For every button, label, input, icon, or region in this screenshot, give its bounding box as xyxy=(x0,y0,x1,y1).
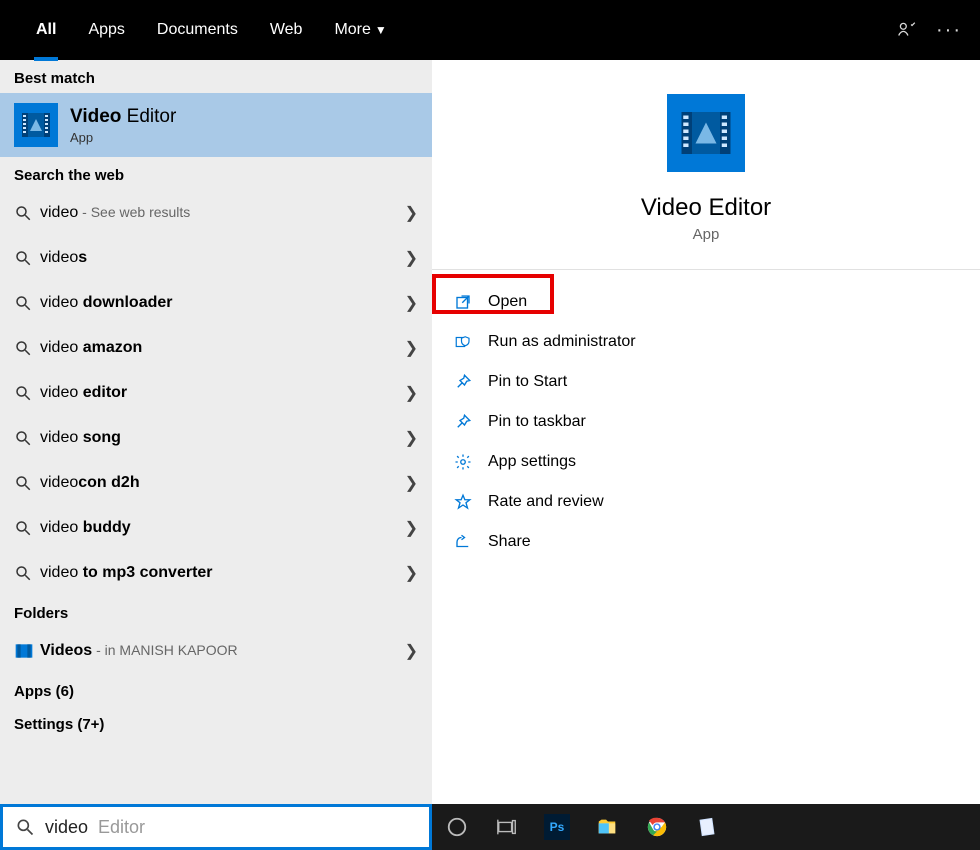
chrome-taskbar-icon[interactable] xyxy=(632,804,682,850)
web-result[interactable]: videocon d2h❯ xyxy=(0,460,432,505)
best-match-heading: Best match xyxy=(0,60,432,93)
best-match-result[interactable]: Video Editor App xyxy=(0,93,432,157)
search-input[interactable]: video Editor xyxy=(0,804,432,850)
tab-web[interactable]: Web xyxy=(254,0,319,60)
web-result-label: video to mp3 converter xyxy=(40,564,405,582)
web-result[interactable]: video - See web results❯ xyxy=(0,190,432,235)
apps-heading[interactable]: Apps (6) xyxy=(0,673,432,706)
chevron-right-icon: ❯ xyxy=(405,203,418,223)
search-icon xyxy=(14,384,40,402)
web-result[interactable]: video buddy❯ xyxy=(0,505,432,550)
results-panel: Best match Video Editor App Search the w… xyxy=(0,60,432,804)
action-rate-and-review[interactable]: Rate and review xyxy=(446,482,980,522)
search-icon xyxy=(14,474,40,492)
preview-title: Video Editor xyxy=(432,194,980,222)
web-result-label: video - See web results xyxy=(40,204,405,222)
chevron-down-icon: ▼ xyxy=(375,23,387,37)
search-filter-bar: All Apps Documents Web More▼ ··· xyxy=(0,0,980,60)
chevron-right-icon: ❯ xyxy=(405,563,418,583)
chevron-right-icon: ❯ xyxy=(405,293,418,313)
folder-icon xyxy=(14,641,40,661)
action-label: Pin to Start xyxy=(488,373,567,391)
web-result-label: videos xyxy=(40,249,405,267)
action-label: Rate and review xyxy=(488,493,604,511)
web-result[interactable]: videos❯ xyxy=(0,235,432,280)
best-match-subtitle: App xyxy=(70,130,176,145)
pin-icon xyxy=(452,413,474,431)
folder-label: Videos - in MANISH KAPOOR xyxy=(40,642,405,660)
star-icon xyxy=(452,493,474,511)
action-open[interactable]: Open xyxy=(446,282,980,322)
folder-result[interactable]: Videos - in MANISH KAPOOR ❯ xyxy=(0,628,432,673)
pin-icon xyxy=(452,373,474,391)
web-result[interactable]: video song❯ xyxy=(0,415,432,460)
search-icon xyxy=(14,429,40,447)
search-icon xyxy=(14,339,40,357)
tab-more[interactable]: More▼ xyxy=(318,0,402,60)
web-result-label: video buddy xyxy=(40,519,405,537)
notes-taskbar-icon[interactable] xyxy=(682,804,732,850)
web-result[interactable]: video amazon❯ xyxy=(0,325,432,370)
preview-panel: Video Editor App Open Run as administrato… xyxy=(432,60,980,804)
task-view-button[interactable] xyxy=(482,804,532,850)
preview-app-icon xyxy=(667,94,745,172)
action-label: Open xyxy=(488,293,527,311)
web-result-label: video amazon xyxy=(40,339,405,357)
action-label: Pin to taskbar xyxy=(488,413,586,431)
divider xyxy=(432,269,980,270)
chevron-right-icon: ❯ xyxy=(405,383,418,403)
search-typed-text: video xyxy=(45,817,88,838)
settings-heading[interactable]: Settings (7+) xyxy=(0,706,432,739)
chevron-right-icon: ❯ xyxy=(405,473,418,493)
best-match-title: Video Editor xyxy=(70,106,176,128)
search-icon xyxy=(14,519,40,537)
chevron-right-icon: ❯ xyxy=(405,518,418,538)
web-result-label: video downloader xyxy=(40,294,405,312)
folders-heading: Folders xyxy=(0,595,432,628)
action-pin-to-start[interactable]: Pin to Start xyxy=(446,362,980,402)
web-result-label: videocon d2h xyxy=(40,474,405,492)
action-label: Run as administrator xyxy=(488,333,636,351)
action-label: Share xyxy=(488,533,531,551)
search-icon xyxy=(14,564,40,582)
action-pin-to-taskbar[interactable]: Pin to taskbar xyxy=(446,402,980,442)
tab-apps[interactable]: Apps xyxy=(72,0,140,60)
search-icon xyxy=(14,294,40,312)
action-label: App settings xyxy=(488,453,576,471)
photoshop-taskbar-icon[interactable]: Ps xyxy=(532,804,582,850)
taskbar: video Editor Ps xyxy=(0,804,980,850)
search-icon xyxy=(14,249,40,267)
action-app-settings[interactable]: App settings xyxy=(446,442,980,482)
web-result-label: video song xyxy=(40,429,405,447)
web-result[interactable]: video editor❯ xyxy=(0,370,432,415)
web-result[interactable]: video downloader❯ xyxy=(0,280,432,325)
open-icon xyxy=(452,293,474,311)
action-run-as-administrator[interactable]: Run as administrator xyxy=(446,322,980,362)
action-share[interactable]: Share xyxy=(446,522,980,562)
search-web-heading: Search the web xyxy=(0,157,432,190)
tab-all[interactable]: All xyxy=(20,0,72,60)
chevron-right-icon: ❯ xyxy=(405,248,418,268)
search-ghost-text: Editor xyxy=(98,817,145,838)
search-icon xyxy=(14,204,40,222)
file-explorer-taskbar-icon[interactable] xyxy=(582,804,632,850)
share-icon xyxy=(452,533,474,551)
more-options-icon[interactable]: ··· xyxy=(936,19,962,42)
chevron-right-icon: ❯ xyxy=(405,641,418,661)
feedback-icon[interactable] xyxy=(896,19,918,41)
search-icon xyxy=(15,817,35,837)
cortana-button[interactable] xyxy=(432,804,482,850)
shield-icon xyxy=(452,333,474,351)
tab-documents[interactable]: Documents xyxy=(141,0,254,60)
web-result[interactable]: video to mp3 converter❯ xyxy=(0,550,432,595)
preview-subtitle: App xyxy=(432,226,980,243)
gear-icon xyxy=(452,453,474,471)
web-result-label: video editor xyxy=(40,384,405,402)
chevron-right-icon: ❯ xyxy=(405,338,418,358)
chevron-right-icon: ❯ xyxy=(405,428,418,448)
video-editor-app-icon xyxy=(14,103,58,147)
